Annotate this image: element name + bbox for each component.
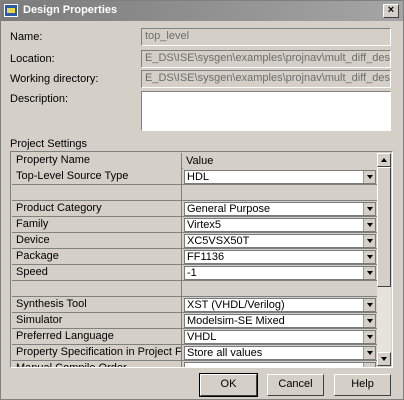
property-name-cell: Speed [12, 265, 182, 281]
working-directory-field[interactable]: E_DS\ISE\sysgen\examples\projnav\mult_di… [141, 70, 391, 88]
settings-row: Manual Compile Order [12, 361, 378, 367]
property-value-dropdown[interactable]: General Purpose [184, 202, 376, 216]
property-name-cell: Package [12, 249, 182, 265]
property-value-dropdown[interactable]: -1 [184, 266, 376, 280]
settings-row: Family Virtex5 [12, 217, 378, 233]
property-value-dropdown[interactable]: Modelsim-SE Mixed [184, 314, 376, 328]
dropdown-arrow-icon[interactable] [363, 331, 375, 343]
property-name-header: Property Name [12, 153, 182, 169]
settings-row: Preferred Language VHDL [12, 329, 378, 345]
property-value-dropdown[interactable]: FF1136 [184, 250, 376, 264]
dialog-title: Design Properties [23, 4, 118, 16]
value-header: Value [183, 153, 378, 169]
property-value-cell [183, 185, 378, 201]
ok-button[interactable]: OK [199, 373, 258, 397]
dropdown-arrow-icon[interactable] [363, 299, 375, 311]
close-button[interactable]: × [383, 4, 399, 18]
property-value-cell[interactable]: Modelsim-SE Mixed [183, 313, 378, 329]
scroll-thumb[interactable] [377, 167, 391, 287]
settings-table: Property Name Value Top-Level Source Typ… [12, 153, 378, 367]
settings-header-row: Property Name Value [12, 153, 378, 169]
property-value-cell[interactable]: VHDL [183, 329, 378, 345]
settings-row: Property Specification in Project File St… [12, 345, 378, 361]
property-value-dropdown[interactable]: XST (VHDL/Verilog) [184, 298, 376, 312]
property-value-text: -1 [187, 267, 197, 279]
property-value-text: VHDL [187, 331, 217, 343]
property-value-cell[interactable]: XC5VSX50T [183, 233, 378, 249]
property-value-cell[interactable]: HDL [183, 169, 378, 185]
property-name-cell [12, 185, 182, 201]
cancel-button[interactable]: Cancel [267, 374, 324, 396]
dropdown-arrow-icon[interactable] [363, 347, 375, 359]
name-label: Name: [10, 31, 43, 43]
property-value-cell[interactable]: Virtex5 [183, 217, 378, 233]
property-value-cell[interactable]: XST (VHDL/Verilog) [183, 297, 378, 313]
property-value-dropdown[interactable]: XC5VSX50T [184, 234, 376, 248]
property-value-dropdown[interactable]: Store all values [184, 346, 376, 360]
property-value-text: Modelsim-SE Mixed [187, 315, 285, 327]
dropdown-arrow-icon[interactable] [363, 219, 375, 231]
description-label: Description: [10, 93, 69, 105]
settings-row [12, 281, 378, 297]
project-settings-grid: Property Name Value Top-Level Source Typ… [10, 151, 393, 368]
location-label: Location: [10, 53, 55, 65]
project-settings-label: Project Settings [10, 138, 88, 150]
help-button[interactable]: Help [334, 374, 391, 396]
scroll-down-button[interactable] [377, 352, 391, 366]
property-value-cell[interactable]: Store all values [183, 345, 378, 361]
settings-row: Speed -1 [12, 265, 378, 281]
scroll-up-button[interactable] [377, 153, 391, 167]
settings-row: Top-Level Source Type HDL [12, 169, 378, 185]
property-value-cell[interactable]: -1 [183, 265, 378, 281]
property-name-cell: Property Specification in Project File [12, 345, 182, 361]
dropdown-arrow-icon[interactable] [363, 235, 375, 247]
dropdown-arrow-icon[interactable] [363, 203, 375, 215]
dropdown-arrow-icon[interactable] [363, 171, 375, 183]
property-value-text: Store all values [187, 347, 263, 359]
dropdown-arrow-icon[interactable] [363, 251, 375, 263]
description-field[interactable] [141, 91, 391, 131]
property-value-text: HDL [187, 171, 210, 183]
settings-scrollbar[interactable] [377, 153, 391, 366]
property-name-cell: Product Category [12, 201, 182, 217]
title-bar[interactable]: Design Properties × [1, 1, 403, 21]
property-value-text: General Purpose [187, 203, 271, 215]
name-field[interactable]: top_level [141, 28, 391, 46]
working-directory-label: Working directory: [10, 73, 99, 85]
settings-row: Product Category General Purpose [12, 201, 378, 217]
property-value-cell[interactable]: FF1136 [183, 249, 378, 265]
property-value-text: Virtex5 [187, 219, 222, 231]
property-value-cell [183, 281, 378, 297]
property-value-cell[interactable] [183, 361, 378, 367]
property-value-cell[interactable]: General Purpose [183, 201, 378, 217]
property-name-cell: Synthesis Tool [12, 297, 182, 313]
design-properties-dialog: Design Properties × Name: top_level Loca… [0, 0, 404, 400]
property-value-text: XC5VSX50T [187, 235, 250, 247]
property-value-dropdown[interactable] [184, 362, 376, 367]
property-value-dropdown[interactable]: HDL [184, 170, 376, 184]
property-name-cell: Manual Compile Order [12, 361, 182, 367]
dropdown-arrow-icon[interactable] [363, 267, 375, 279]
settings-row: Synthesis Tool XST (VHDL/Verilog) [12, 297, 378, 313]
settings-row: Package FF1136 [12, 249, 378, 265]
property-value-text: FF1136 [187, 251, 225, 263]
property-value-dropdown[interactable]: VHDL [184, 330, 376, 344]
dropdown-arrow-icon[interactable] [363, 363, 375, 367]
dropdown-arrow-icon[interactable] [363, 315, 375, 327]
property-value-text: XST (VHDL/Verilog) [187, 299, 285, 311]
property-name-cell [12, 281, 182, 297]
location-field[interactable]: E_DS\ISE\sysgen\examples\projnav\mult_di… [141, 50, 391, 68]
app-icon [4, 4, 18, 17]
property-name-cell: Device [12, 233, 182, 249]
property-name-cell: Family [12, 217, 182, 233]
settings-row: Simulator Modelsim-SE Mixed [12, 313, 378, 329]
property-name-cell: Preferred Language [12, 329, 182, 345]
settings-row [12, 185, 378, 201]
property-value-dropdown[interactable]: Virtex5 [184, 218, 376, 232]
property-name-cell: Top-Level Source Type [12, 169, 182, 185]
property-name-cell: Simulator [12, 313, 182, 329]
settings-row: Device XC5VSX50T [12, 233, 378, 249]
